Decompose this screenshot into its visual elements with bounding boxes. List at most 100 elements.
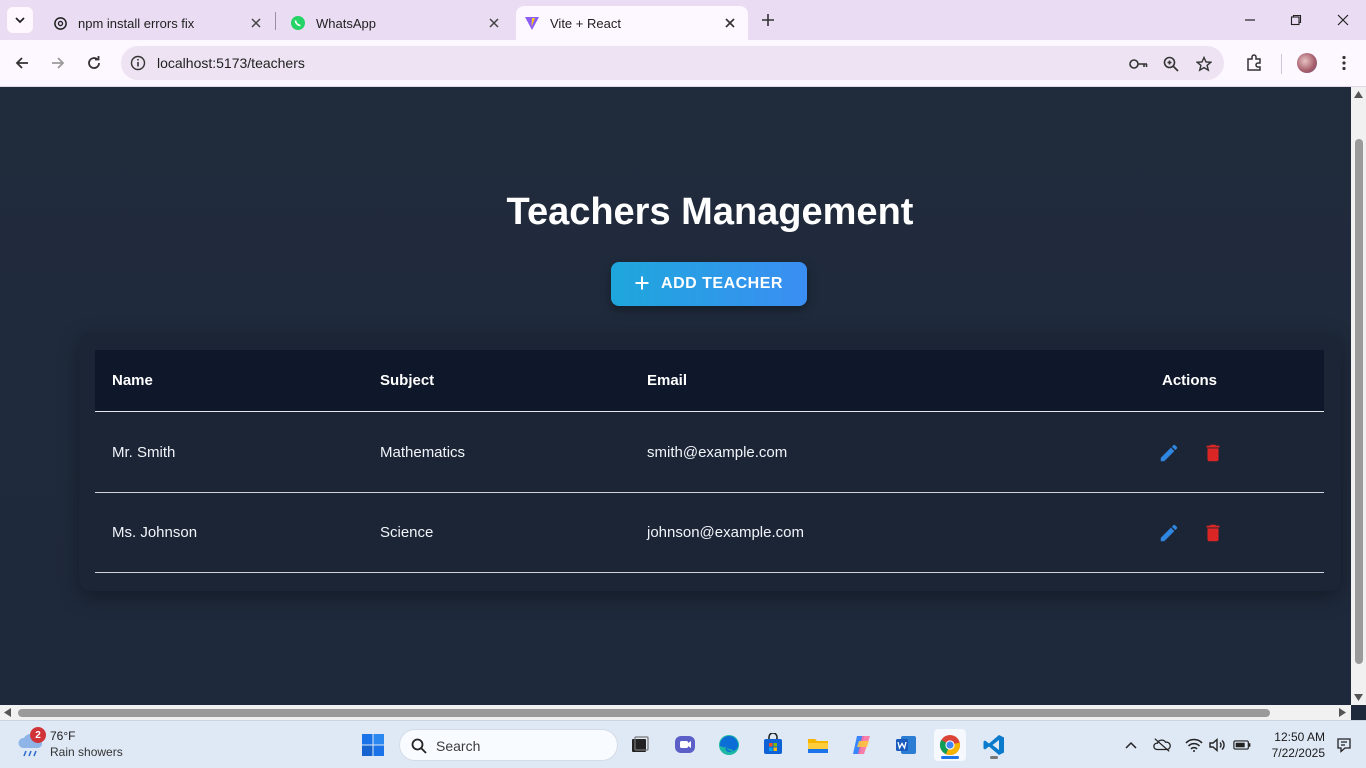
- table-header: Name Subject Email Actions: [95, 350, 1324, 412]
- back-button[interactable]: [10, 51, 34, 75]
- chevron-up-icon[interactable]: [1122, 736, 1140, 754]
- store-icon: [764, 733, 782, 754]
- weather-badge: 2: [30, 727, 46, 743]
- column-header-subject[interactable]: Subject: [380, 372, 434, 389]
- add-teacher-button[interactable]: ADD TEACHER: [611, 262, 807, 306]
- arrow-right-icon: [52, 57, 65, 69]
- openai-icon: [52, 15, 68, 31]
- search-label: Search: [436, 738, 481, 754]
- vertical-scrollbar[interactable]: [1351, 87, 1366, 705]
- windows-taskbar: 2 76°F Rain showers Search 12:50 AM 7/22…: [0, 720, 1366, 768]
- scroll-down-arrow-icon[interactable]: [1354, 694, 1363, 701]
- folder-icon: [808, 739, 828, 753]
- password-key-icon[interactable]: [1129, 54, 1149, 74]
- table-row: Ms. Johnson Science johnson@example.com: [95, 493, 1324, 573]
- weather-desc: Rain showers: [50, 745, 123, 759]
- chat-icon: [675, 736, 695, 753]
- vscode-icon: [983, 735, 1004, 755]
- task-view-icon: [632, 736, 649, 752]
- volume-icon[interactable]: [1208, 736, 1226, 754]
- page-viewport: Teachers Management ADD TEACHER Name Sub…: [0, 87, 1351, 705]
- site-info-icon[interactable]: [129, 54, 147, 72]
- address-bar[interactable]: localhost:5173/teachers: [121, 46, 1224, 80]
- close-tab-icon[interactable]: [248, 15, 264, 31]
- toolbar-separator: [1281, 54, 1282, 74]
- edge-icon: [719, 735, 739, 755]
- weather-temp: 76°F: [50, 729, 76, 743]
- close-tab-icon[interactable]: [486, 15, 502, 31]
- minimize-button[interactable]: [1238, 8, 1262, 32]
- close-window-button[interactable]: [1331, 8, 1355, 32]
- start-button[interactable]: [357, 729, 389, 761]
- store-app[interactable]: [757, 729, 789, 761]
- horizontal-scrollbar[interactable]: [0, 705, 1351, 720]
- page-title: Teachers Management: [506, 191, 914, 233]
- column-header-email[interactable]: Email: [647, 372, 687, 389]
- delete-icon[interactable]: [1201, 521, 1225, 545]
- edge-app[interactable]: [713, 729, 745, 761]
- active-app-indicator: [941, 756, 959, 759]
- table-row: Mr. Smith Mathematics smith@example.com: [95, 413, 1324, 493]
- add-teacher-label: ADD TEACHER: [661, 275, 783, 292]
- clock-time: 12:50 AM: [1274, 730, 1325, 744]
- word-app[interactable]: [890, 729, 922, 761]
- new-tab-button[interactable]: [758, 10, 778, 30]
- url-text[interactable]: localhost:5173/teachers: [157, 55, 305, 71]
- column-header-name[interactable]: Name: [112, 372, 153, 389]
- whatsapp-icon: [290, 15, 306, 31]
- tab-npm-install[interactable]: npm install errors fix: [38, 6, 274, 40]
- delete-icon[interactable]: [1201, 441, 1225, 465]
- chevron-down-icon: [15, 17, 25, 24]
- browser-toolbar: localhost:5173/teachers: [0, 40, 1366, 87]
- wifi-icon[interactable]: [1185, 736, 1203, 754]
- scroll-right-arrow-icon[interactable]: [1339, 708, 1346, 717]
- restore-icon: [1290, 14, 1302, 26]
- teacher-subject: Science: [380, 524, 434, 541]
- vscode-app[interactable]: [978, 729, 1010, 761]
- more-menu-icon[interactable]: [1333, 52, 1355, 74]
- tab-whatsapp[interactable]: WhatsApp: [276, 6, 512, 40]
- chrome-app[interactable]: [934, 729, 966, 761]
- vite-icon: [524, 15, 540, 31]
- teacher-email: johnson@example.com: [647, 524, 804, 541]
- tab-search-button[interactable]: [7, 7, 33, 33]
- plus-icon: [635, 269, 649, 297]
- onedrive-offline-icon[interactable]: [1153, 736, 1171, 754]
- task-view-button[interactable]: [624, 729, 656, 761]
- copilot-icon: [853, 736, 870, 754]
- battery-icon[interactable]: [1233, 736, 1251, 754]
- scroll-left-arrow-icon[interactable]: [4, 708, 11, 717]
- bookmark-star-icon[interactable]: [1194, 54, 1214, 74]
- tab-vite-react[interactable]: Vite + React: [516, 6, 748, 40]
- tab-title: WhatsApp: [316, 15, 376, 31]
- plus-icon: [762, 14, 774, 26]
- teams-chat-app[interactable]: [669, 729, 701, 761]
- tab-title: npm install errors fix: [78, 15, 195, 31]
- profile-avatar[interactable]: [1297, 53, 1317, 73]
- word-icon: [896, 736, 916, 754]
- edit-icon[interactable]: [1157, 521, 1181, 545]
- file-explorer-app[interactable]: [802, 729, 834, 761]
- vertical-scroll-thumb[interactable]: [1355, 139, 1363, 664]
- close-tab-icon[interactable]: [722, 15, 738, 31]
- teacher-name: Mr. Smith: [112, 444, 176, 461]
- copilot-app[interactable]: [846, 729, 878, 761]
- horizontal-scroll-thumb[interactable]: [18, 709, 1270, 717]
- scroll-up-arrow-icon[interactable]: [1354, 91, 1363, 98]
- close-icon: [1337, 14, 1349, 26]
- edit-icon[interactable]: [1157, 441, 1181, 465]
- windows-logo-icon: [362, 734, 384, 756]
- search-icon: [410, 737, 428, 755]
- teacher-name: Ms. Johnson: [112, 524, 198, 541]
- clock-date: 7/22/2025: [1271, 746, 1325, 760]
- teacher-email: smith@example.com: [647, 444, 788, 461]
- taskbar-search[interactable]: Search: [399, 729, 618, 761]
- teacher-subject: Mathematics: [380, 444, 466, 461]
- zoom-icon[interactable]: [1161, 54, 1181, 74]
- reload-button[interactable]: [82, 51, 106, 75]
- restore-button[interactable]: [1284, 8, 1308, 32]
- arrow-left-icon: [15, 57, 28, 69]
- extensions-icon[interactable]: [1243, 52, 1265, 74]
- forward-button[interactable]: [46, 51, 70, 75]
- notifications-icon[interactable]: [1335, 736, 1353, 754]
